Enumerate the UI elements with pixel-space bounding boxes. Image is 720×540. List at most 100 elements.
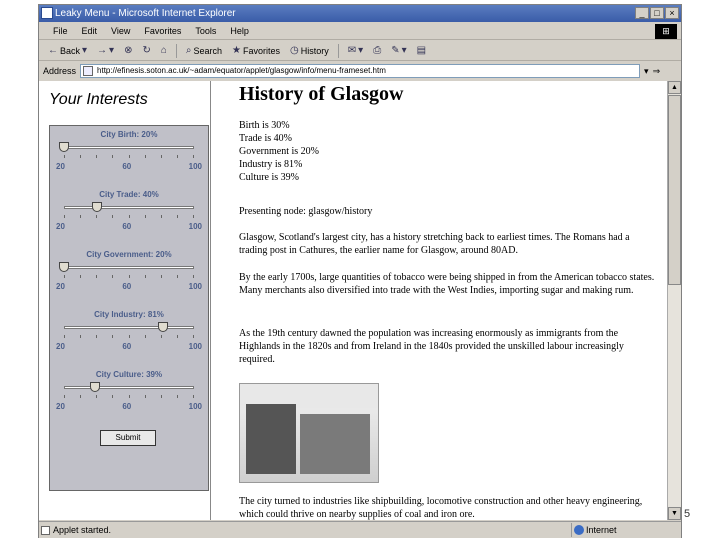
print-button[interactable]: ⎙ <box>370 41 384 61</box>
slider-ticks <box>64 395 194 399</box>
slider-scale: 20 60 100 <box>56 162 202 171</box>
discuss-icon: ▤ <box>416 44 427 56</box>
menu-help[interactable]: Help <box>230 22 249 39</box>
status-bar: Applet started. Internet <box>39 521 681 538</box>
address-url: http://efinesis.soton.ac.uk/~adam/equato… <box>97 66 386 75</box>
paragraph-2: By the early 1700s, large quantities of … <box>239 272 655 296</box>
slider-thumb[interactable] <box>158 322 169 332</box>
interests-heading: Your Interests <box>49 91 148 108</box>
close-button[interactable]: × <box>665 7 679 19</box>
menu-bar: File Edit View Favorites Tools Help <box>39 22 681 40</box>
slider-ticks <box>64 215 194 219</box>
vertical-scrollbar[interactable]: ▲ ▼ <box>667 81 681 520</box>
menu-edit[interactable]: Edit <box>82 22 98 39</box>
slider-scale: 20 60 100 <box>56 222 202 231</box>
slider-label: City Culture: 39% <box>95 370 163 379</box>
slider-track[interactable] <box>64 386 194 389</box>
menu-file[interactable]: File <box>53 22 68 39</box>
slider-label: City Birth: 20% <box>100 130 158 139</box>
zone-label: Internet <box>586 525 617 535</box>
presenting-node: Presenting node: glasgow/history <box>239 206 373 217</box>
mail-icon: ✉ <box>347 44 357 56</box>
window-title: Leaky Menu - Microsoft Internet Explorer <box>55 8 236 19</box>
favorites-button[interactable]: ★ Favorites <box>229 41 283 61</box>
address-bar: Address http://efinesis.soton.ac.uk/~ada… <box>39 62 681 80</box>
slider-thumb[interactable] <box>91 202 102 212</box>
dropdown-icon: ▾ <box>82 44 88 56</box>
slider-ticks <box>64 275 194 279</box>
forward-arrow-icon: → <box>97 44 108 56</box>
slider-label: City Industry: 81% <box>94 310 164 319</box>
page-icon <box>83 66 94 76</box>
slider-scale: 20 60 100 <box>56 342 202 351</box>
address-dropdown-icon[interactable]: ▾ <box>644 66 649 77</box>
edit-button[interactable]: ✎ ▾ <box>388 41 409 61</box>
paragraph-1: Glasgow, Scotland's largest city, has a … <box>239 232 630 256</box>
edit-icon: ✎ <box>391 44 400 56</box>
refresh-button[interactable]: ↻ <box>139 41 153 61</box>
favorites-icon: ★ <box>232 44 242 56</box>
forward-button[interactable]: → ▾ <box>94 41 117 61</box>
interest-trade: Trade is 40% <box>239 133 292 144</box>
slider-scale: 20 60 100 <box>56 282 202 291</box>
slider-track[interactable] <box>64 206 194 209</box>
go-icon[interactable]: ⇒ <box>653 66 661 77</box>
interest-culture: Culture is 39% <box>239 172 299 183</box>
page-content: Your Interests City Birth: 20% 20 60 100 C… <box>39 81 681 520</box>
slider-label: City Government: 20% <box>86 250 172 259</box>
windows-logo-icon: ⊞ <box>655 24 677 39</box>
maximize-button[interactable]: □ <box>650 7 664 19</box>
stop-button[interactable]: ⊗ <box>121 41 135 61</box>
title-bar: Leaky Menu - Microsoft Internet Explorer… <box>39 5 681 22</box>
slider-scale: 20 60 100 <box>56 402 202 411</box>
history-icon: ◷ <box>290 44 299 56</box>
globe-icon <box>574 525 584 535</box>
slider-thumb[interactable] <box>59 142 69 152</box>
left-frame: Your Interests City Birth: 20% 20 60 100 C… <box>39 81 211 520</box>
slider-track[interactable] <box>64 326 194 329</box>
glasgow-street-engraving <box>239 383 379 483</box>
slider-thumb[interactable] <box>89 382 100 392</box>
search-icon: ⌕ <box>185 44 192 56</box>
slider-track[interactable] <box>64 266 194 269</box>
toolbar-separator <box>337 43 339 58</box>
scroll-thumb[interactable] <box>668 95 681 285</box>
home-button[interactable]: ⌂ <box>158 41 170 61</box>
scroll-down-icon[interactable]: ▼ <box>668 507 681 520</box>
mail-button[interactable]: ✉ ▾ <box>345 41 366 61</box>
slider-track[interactable] <box>64 146 194 149</box>
menu-tools[interactable]: Tools <box>195 22 216 39</box>
address-input[interactable]: http://efinesis.soton.ac.uk/~adam/equato… <box>80 64 641 78</box>
ie-icon <box>41 7 53 19</box>
discuss-button[interactable]: ▤ <box>414 41 429 61</box>
back-arrow-icon: ← <box>48 44 58 56</box>
toolbar-separator <box>175 43 177 58</box>
right-frame: History of Glasgow Birth is 30% Trade is… <box>225 81 667 520</box>
history-button[interactable]: ◷ History <box>287 41 332 61</box>
home-icon: ⌂ <box>160 44 167 56</box>
menu-favorites[interactable]: Favorites <box>144 22 181 39</box>
menu-view[interactable]: View <box>111 22 130 39</box>
paragraph-4: The city turned to industries like shipb… <box>239 496 643 520</box>
slide-number: 5 <box>684 508 691 520</box>
slider-thumb[interactable] <box>59 262 69 272</box>
status-text: Applet started. <box>53 525 112 535</box>
interest-industry: Industry is 81% <box>239 159 303 170</box>
minimize-button[interactable]: _ <box>635 7 649 19</box>
slider-ticks <box>64 335 194 339</box>
window-controls: _ □ × <box>635 7 679 19</box>
status-page-icon <box>41 526 50 535</box>
submit-button[interactable]: Submit <box>100 430 156 446</box>
interest-government: Government is 20% <box>239 146 319 157</box>
scroll-up-icon[interactable]: ▲ <box>668 81 681 94</box>
interest-summary: Birth is 30% Trade is 40% Government is … <box>239 119 659 184</box>
stop-icon: ⊗ <box>124 44 133 56</box>
search-button[interactable]: ⌕ Search <box>183 41 225 61</box>
slider-label: City Trade: 40% <box>99 190 159 199</box>
slider-ticks <box>64 155 194 159</box>
security-zone: Internet <box>571 523 617 537</box>
back-button[interactable]: ← Back ▾ <box>45 41 90 61</box>
browser-window: Leaky Menu - Microsoft Internet Explorer… <box>38 4 682 538</box>
refresh-icon: ↻ <box>142 44 151 56</box>
interest-birth: Birth is 30% <box>239 120 290 131</box>
